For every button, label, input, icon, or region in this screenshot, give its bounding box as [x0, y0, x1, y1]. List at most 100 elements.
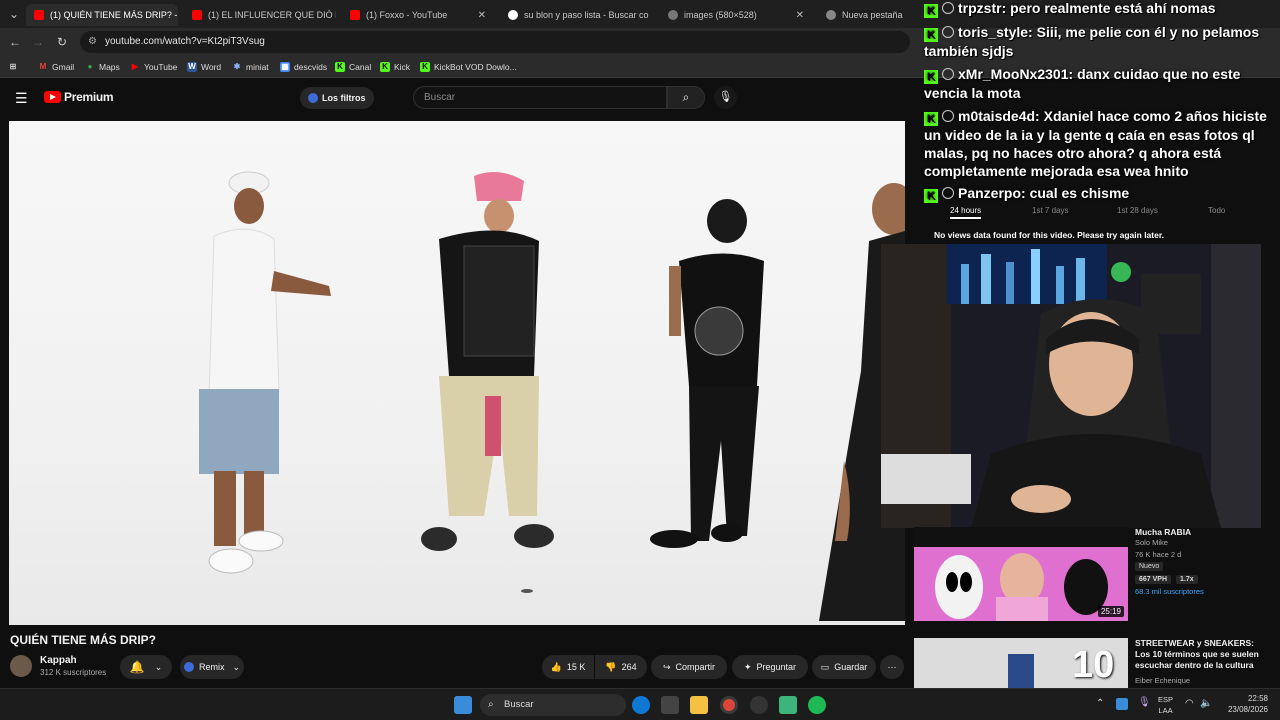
ask-label: Preguntar [756, 662, 797, 672]
video-thumbnail[interactable]: 10 [914, 638, 1128, 688]
voice-search-button[interactable]: 🎙 [714, 86, 737, 109]
taskbar-search[interactable]: ⌕ Buscar [480, 694, 626, 716]
video-player[interactable] [9, 121, 905, 625]
channel-name[interactable]: Solo Mike [1135, 538, 1168, 547]
thumbs-up-icon: 👍 [550, 661, 562, 672]
bookmark-descvids[interactable]: ▦ descvids [280, 60, 327, 74]
reload-icon[interactable]: ↻ [54, 34, 70, 50]
remix-button[interactable]: Remix ⌄ [180, 655, 244, 679]
tab-youtube-drip[interactable]: (1) QUIÉN TIENE MÁS DRIP? - Y ✕ [26, 4, 178, 26]
app-icon[interactable] [779, 696, 797, 714]
edge-icon[interactable] [632, 696, 650, 714]
bookmark-maps[interactable]: ● Maps [85, 60, 120, 74]
close-icon[interactable]: ✕ [472, 10, 486, 21]
close-icon[interactable]: ✕ [649, 10, 652, 21]
bookmark-label: Word [201, 62, 222, 72]
tab-search-icon[interactable]: ⌄ [6, 6, 22, 22]
tab-title: su blon y paso lista - Buscar co [524, 10, 649, 20]
search-icon: ⌕ [682, 90, 690, 104]
bookmark-kickbot[interactable]: K KickBot VOD Dowlo... [420, 60, 517, 74]
obs-icon[interactable] [750, 696, 768, 714]
kick-icon: K [380, 62, 390, 72]
recommended-video[interactable]: 10 STREETWEAR y SNEAKERS: Los 10 término… [914, 638, 1270, 688]
bookmark-canal[interactable]: K Canal [335, 60, 371, 74]
more-icon: ⋯ [887, 661, 897, 672]
chevron-up-icon[interactable]: ⌃ [1096, 698, 1104, 709]
tab-foxxo[interactable]: (1) Foxxo - YouTube ✕ [342, 4, 494, 26]
subscriber-stats: 68.3 mil suscriptores [1135, 587, 1204, 596]
search-input[interactable]: Buscar [413, 86, 667, 109]
keyboard-layout: LAA [1158, 706, 1173, 715]
notifications-button[interactable]: 🔔 ⌄ [120, 655, 172, 679]
address-bar[interactable]: ⚙ youtube.com/watch?v=Kt2piT3Vsug [80, 31, 910, 53]
view-stats: 76 K hace 2 d [1135, 550, 1182, 559]
dislike-button[interactable]: 👎 264 [595, 655, 647, 679]
tab-title: (1) QUIÉN TIENE MÁS DRIP? - Y [50, 10, 178, 20]
bookmark-label: miniat [246, 62, 269, 72]
share-button[interactable]: ↪ Compartir [651, 655, 727, 679]
youtube-premium-logo[interactable]: Premium [44, 90, 114, 104]
ask-button[interactable]: ✦ Preguntar [732, 655, 808, 679]
apps-grid-icon[interactable]: ⊞ [8, 60, 22, 74]
filters-chip[interactable]: Los filtros [300, 87, 374, 109]
youtube-icon [350, 10, 360, 20]
search-button[interactable]: ⌕ [667, 86, 705, 109]
chrome-icon[interactable] [720, 696, 738, 714]
forward-arrow-icon[interactable]: → [30, 34, 46, 50]
tab-new[interactable]: Nueva pestaña [818, 4, 918, 26]
microphone-icon[interactable]: 🎙 [1138, 697, 1151, 708]
chat-message: Ktrpzstr: pero realmente está ahí nomas [924, 0, 1274, 18]
save-button[interactable]: ▭ Guardar [812, 655, 876, 679]
chat-username: xMr_MooNx2301 [958, 66, 1069, 82]
tray-app-icon[interactable] [1116, 698, 1128, 710]
bookmark-gmail[interactable]: M Gmail [38, 60, 75, 74]
bookmark-youtube[interactable]: ▶ YouTube [130, 60, 177, 74]
like-button[interactable]: 👍 15 K [542, 655, 594, 679]
video-frame [199, 171, 905, 621]
site-info-icon[interactable]: ⚙ [88, 31, 97, 53]
channel-name[interactable]: Eiber Echenique [1135, 676, 1190, 685]
bookmark-label: KickBot VOD Dowlo... [434, 62, 517, 72]
clock-time: 22:58 [1247, 694, 1268, 703]
bookmark-kick[interactable]: K Kick [380, 60, 410, 74]
video-title[interactable]: STREETWEAR y SNEAKERS: Los 10 términos q… [1135, 638, 1270, 671]
windows-start-icon[interactable] [454, 696, 472, 714]
more-options-button[interactable]: ⋯ [880, 655, 904, 679]
spotify-icon[interactable] [808, 696, 826, 714]
webcam-frame [881, 244, 1261, 528]
stream-chat-overlay: Ktrpzstr: pero realmente está ahí nomas … [922, 0, 1280, 210]
kick-icon: K [335, 62, 345, 72]
volume-icon[interactable]: 🔈 [1200, 698, 1212, 709]
new-badge: Nuevo [1135, 562, 1164, 571]
youtube-icon [192, 10, 202, 20]
close-icon[interactable]: ✕ [790, 10, 804, 21]
bookmark-word[interactable]: W Word [187, 60, 221, 74]
language-indicator[interactable]: ESP LAA [1158, 694, 1173, 716]
tab-influencer[interactable]: (1) EL INFLUENCER QUE DIÓ D ✕ [184, 4, 336, 26]
menu-icon[interactable]: ☰ [15, 90, 28, 107]
chat-username: Panzerpo [958, 185, 1022, 201]
back-arrow-icon[interactable]: ← [7, 34, 23, 50]
chat-text: cual es chisme [1029, 185, 1130, 201]
file-explorer-icon[interactable] [690, 696, 708, 714]
bookmark-label: YouTube [144, 62, 178, 72]
video-title[interactable]: Mucha RABIA [1135, 527, 1270, 538]
grid-icon: ▦ [280, 62, 290, 72]
clock[interactable]: 22:58 23/08/2026 [1228, 693, 1268, 715]
bookmark-miniat[interactable]: ✱ miniat [232, 60, 269, 74]
maps-icon: ● [87, 62, 93, 71]
tab-google-search[interactable]: su blon y paso lista - Buscar co ✕ [500, 4, 652, 26]
person-white-cap [199, 171, 331, 574]
recommended-video[interactable]: 25:19 Mucha RABIA Solo Mike 76 K hace 2 … [914, 527, 1270, 621]
channel-name[interactable]: Kappah [40, 655, 77, 666]
wifi-icon[interactable]: ◠ [1185, 698, 1194, 709]
dislike-count: 264 [621, 662, 637, 672]
thumbnail-art [914, 527, 1128, 621]
store-icon[interactable] [661, 696, 679, 714]
video-thumbnail[interactable]: 25:19 [914, 527, 1128, 621]
channel-avatar[interactable] [10, 655, 32, 677]
youtube-header: ☰ Premium Los filtros Buscar ⌕ 🎙 [0, 80, 912, 116]
chrome-icon [826, 10, 836, 20]
user-icon [942, 187, 954, 199]
tab-images[interactable]: images (580×528) ✕ [660, 4, 812, 26]
